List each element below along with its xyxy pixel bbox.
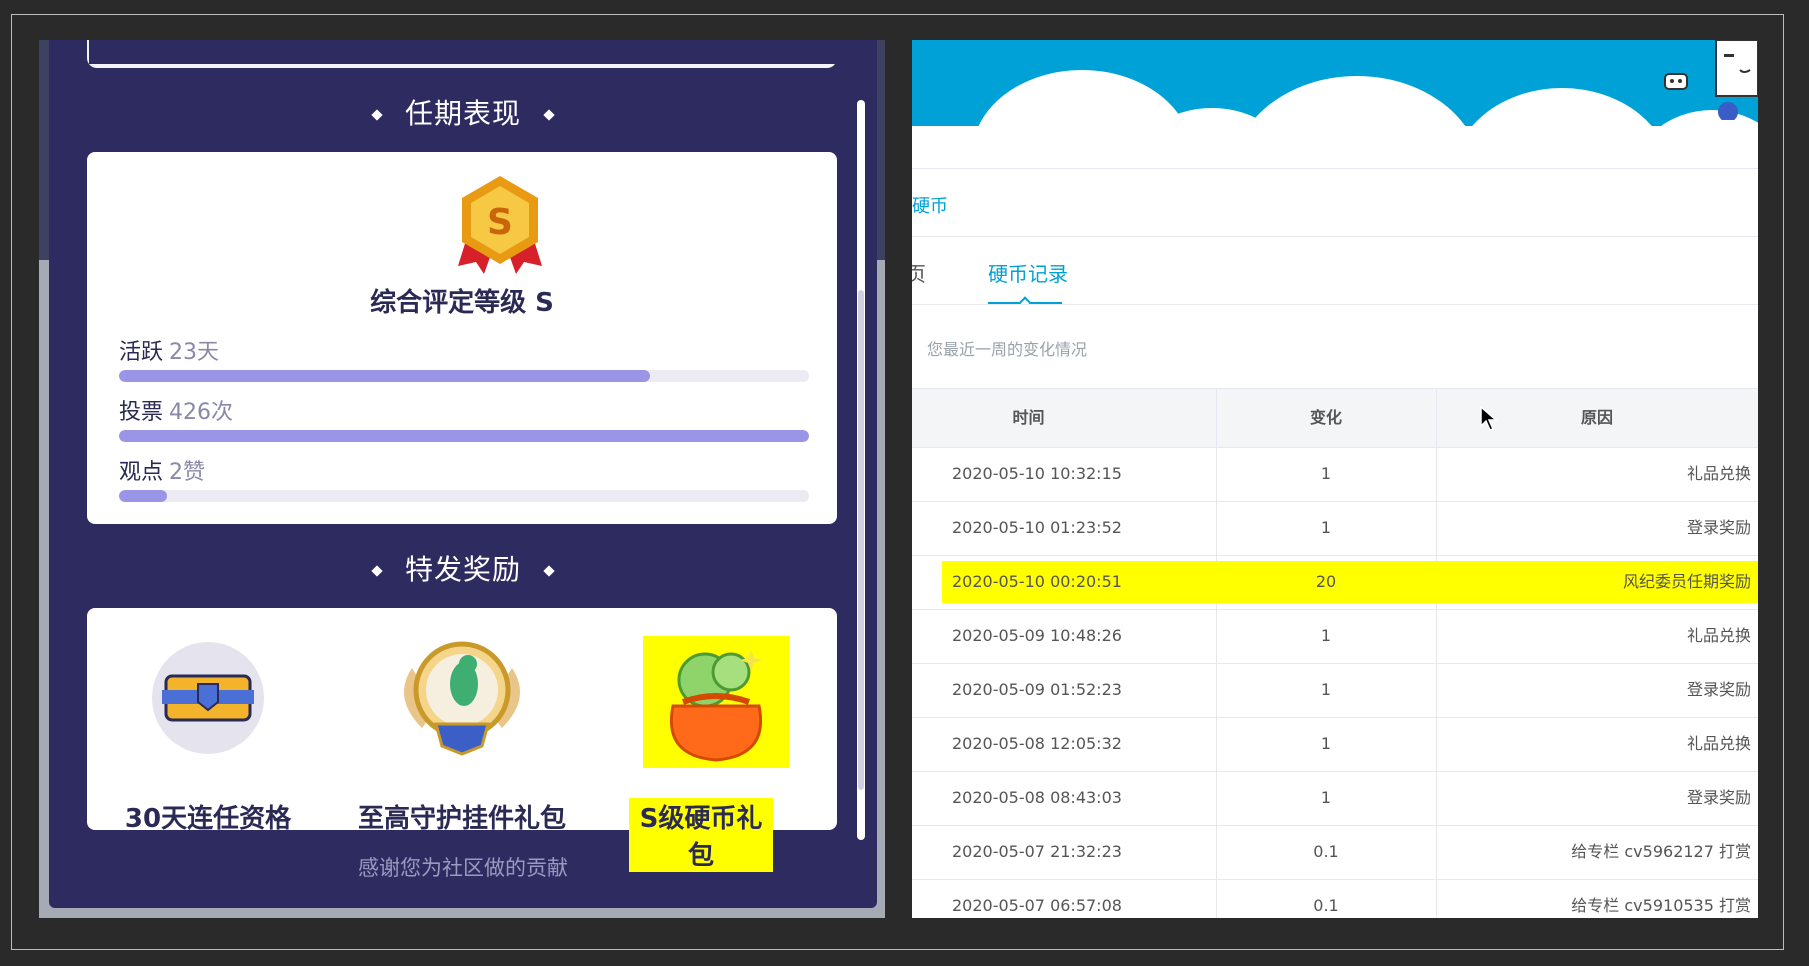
term-report-modal: 任期表现 S 综合评定等级 S 活跃 23天 投票 426次 观点 2赞 特发奖励: [49, 40, 877, 908]
rewards-card: 30天连任资格 至高守护挂件礼包 S级硬币礼包: [87, 608, 837, 872]
diamond-icon: [371, 565, 383, 577]
diamond-icon: [543, 109, 555, 121]
coin-bag-icon: [643, 636, 789, 768]
header-banner: [912, 40, 1758, 168]
table-row: 2020-05-10 00:20:51 20 风纪委员任期奖励: [912, 555, 1758, 610]
progress-bar-fill: [119, 370, 651, 382]
svg-text:S: S: [487, 202, 513, 243]
cell-change: 1: [1320, 680, 1332, 699]
ticket-icon: [152, 642, 264, 754]
tv-mascot-icon: [1664, 73, 1688, 90]
cell-time: 2020-05-10 00:20:51: [952, 572, 1122, 591]
performance-card: S 综合评定等级 S 活跃 23天 投票 426次 观点 2赞: [87, 152, 837, 524]
cell-reason: 礼品兑换: [1686, 464, 1751, 483]
diamond-icon: [371, 109, 383, 121]
table-row: 2020-05-09 10:48:26 1 礼品兑换: [912, 609, 1758, 664]
guardian-badge-icon: [404, 641, 520, 756]
table-row: 2020-05-08 12:05:32 1 礼品兑换: [912, 717, 1758, 772]
table-row: 2020-05-08 08:43:03 1 登录奖励: [912, 771, 1758, 826]
rank-title: 综合评定等级 S: [370, 288, 554, 318]
s-rank-medal-icon: S: [458, 176, 542, 274]
tab-other[interactable]: 页: [912, 258, 926, 287]
progress-bar-fill: [119, 430, 809, 442]
cell-time: 2020-05-08 12:05:32: [952, 734, 1122, 753]
cell-reason: 给专栏 cv5910535 打赏: [1571, 896, 1751, 915]
cell-time: 2020-05-10 01:23:52: [952, 518, 1122, 537]
cell-time: 2020-05-09 10:48:26: [952, 626, 1122, 645]
diamond-icon: [543, 565, 555, 577]
stat-active: 活跃 23天: [119, 334, 809, 382]
coin-record-page: 硬币 页 硬币记录 您最近一周的变化情况 时间 变化 原因 2020-05-10…: [912, 40, 1758, 918]
table-row: 2020-05-10 10:32:15 1 礼品兑换: [912, 447, 1758, 502]
cell-reason: 礼品兑换: [1686, 626, 1751, 645]
cell-reason: 风纪委员任期奖励: [1622, 572, 1751, 591]
table-row: 2020-05-10 01:23:52 1 登录奖励: [912, 501, 1758, 556]
column-header-time[interactable]: 时间: [912, 389, 1145, 447]
cell-time: 2020-05-10 10:32:15: [952, 464, 1122, 483]
scroll-thumb[interactable]: [858, 290, 864, 790]
cell-change: 0.1: [1313, 896, 1339, 915]
cell-change: 1: [1320, 464, 1332, 483]
table-row: 2020-05-09 01:52:23 1 登录奖励: [912, 663, 1758, 718]
progress-bar-fill: [119, 490, 168, 502]
column-header-change[interactable]: 变化: [1216, 389, 1436, 447]
table-row: 2020-05-07 06:57:08 0.1 给专栏 cv5910535 打赏: [912, 879, 1758, 918]
records-subtitle: 您最近一周的变化情况: [927, 340, 1088, 359]
progress-bar-track: [119, 370, 809, 382]
stat-opinions: 观点 2赞: [119, 454, 809, 502]
cell-change: 1: [1320, 734, 1332, 753]
cell-reason: 登录奖励: [1686, 680, 1751, 699]
performance-section-title: 任期表现: [49, 92, 877, 132]
thanks-text: 感谢您为社区做的贡献: [358, 856, 568, 880]
progress-bar-track: [119, 430, 809, 442]
breadcrumb[interactable]: 硬币: [912, 192, 948, 218]
progress-bar-track: [119, 490, 809, 502]
table-row: 2020-05-07 21:32:23 0.1 给专栏 cv5962127 打赏: [912, 825, 1758, 880]
cell-change: 0.1: [1313, 842, 1339, 861]
cell-change: 1: [1320, 788, 1332, 807]
cell-reason: 给专栏 cv5962127 打赏: [1571, 842, 1751, 861]
stat-votes: 投票 426次: [119, 394, 809, 442]
reward-item: S级硬币礼包: [601, 636, 831, 872]
cell-reason: 礼品兑换: [1686, 734, 1751, 753]
tab-coin-record[interactable]: 硬币记录: [988, 258, 1068, 287]
reward-item: 30天连任资格: [93, 638, 323, 834]
scrollbar[interactable]: [857, 100, 865, 840]
cell-change: 1: [1320, 518, 1332, 537]
rewards-section-title: 特发奖励: [49, 548, 877, 588]
cell-time: 2020-05-07 21:32:23: [952, 842, 1122, 861]
cell-time: 2020-05-07 06:57:08: [952, 896, 1122, 915]
cell-time: 2020-05-08 08:43:03: [952, 788, 1122, 807]
mouse-cursor-icon: [1480, 406, 1498, 431]
cell-change: 1: [1320, 626, 1332, 645]
cell-time: 2020-05-09 01:52:23: [952, 680, 1122, 699]
cell-change: 20: [1315, 572, 1337, 591]
cell-reason: 登录奖励: [1686, 788, 1751, 807]
caret-up-icon: [1019, 296, 1031, 308]
reward-item: 至高守护挂件礼包: [347, 638, 577, 834]
mascot-icon: [1715, 40, 1758, 120]
cell-reason: 登录奖励: [1686, 518, 1751, 537]
table-header: 时间 变化 原因: [912, 388, 1758, 448]
